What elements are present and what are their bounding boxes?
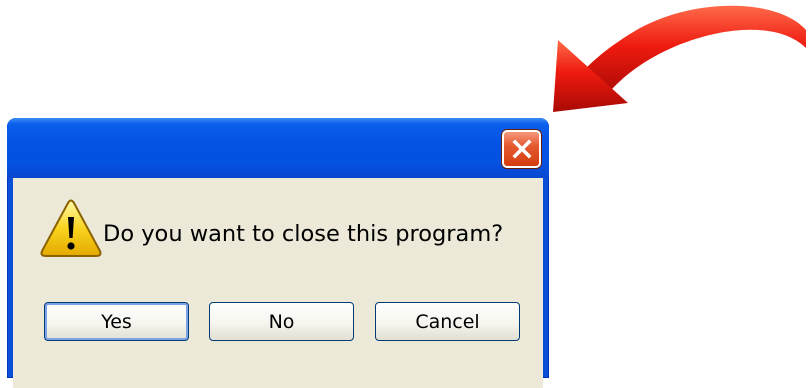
close-icon — [511, 139, 532, 159]
dialog-message: Do you want to close this program? — [103, 221, 504, 247]
dialog-body: Do you want to close this program? Yes N… — [13, 178, 543, 388]
no-button[interactable]: No — [209, 302, 354, 341]
yes-button[interactable]: Yes — [44, 302, 189, 341]
close-button[interactable] — [502, 130, 541, 168]
cancel-button[interactable]: Cancel — [375, 302, 520, 341]
warning-icon — [40, 199, 102, 257]
title-bar[interactable] — [7, 118, 549, 178]
dialog-window: Do you want to close this program? Yes N… — [7, 118, 549, 388]
curved-arrow-icon — [553, 5, 806, 112]
